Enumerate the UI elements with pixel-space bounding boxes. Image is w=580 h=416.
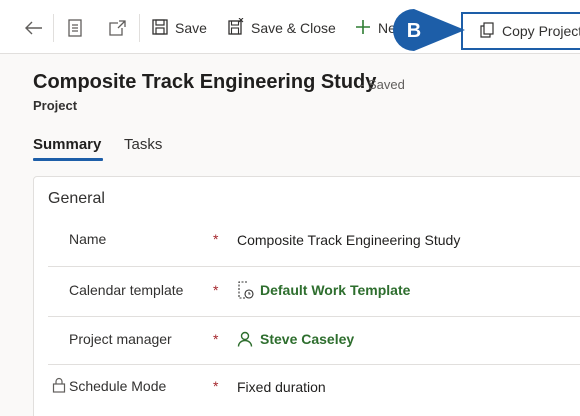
required-marker: * xyxy=(213,331,219,347)
field-divider xyxy=(48,266,580,267)
entity-type: Project xyxy=(33,98,78,113)
calendar-template-link[interactable]: Default Work Template xyxy=(260,282,410,298)
page-title: Composite Track Engineering Study xyxy=(33,71,377,93)
field-value-name[interactable]: Composite Track Engineering Study xyxy=(237,232,460,248)
save-label: Save xyxy=(175,20,207,36)
field-label-calendar-template: Calendar template xyxy=(69,282,184,298)
copy-project-button[interactable]: Copy Project xyxy=(461,12,580,50)
tab-summary[interactable]: Summary xyxy=(33,136,101,153)
user-icon xyxy=(237,331,253,347)
save-and-close-label: Save & Close xyxy=(251,20,336,36)
section-title: General xyxy=(48,190,105,207)
callout-letter: B xyxy=(407,20,421,42)
toolbar-separator xyxy=(139,14,140,42)
field-value-calendar-template[interactable]: Default Work Template xyxy=(237,281,410,299)
lock-icon xyxy=(52,377,66,393)
field-label-project-manager: Project manager xyxy=(69,331,172,347)
required-marker: * xyxy=(213,378,219,394)
field-divider xyxy=(48,316,580,317)
required-marker: * xyxy=(213,282,219,298)
project-manager-link[interactable]: Steve Caseley xyxy=(260,331,354,347)
field-label-schedule-mode: Schedule Mode xyxy=(69,378,167,394)
save-status: - Saved xyxy=(360,77,405,92)
save-icon xyxy=(152,18,168,38)
field-divider xyxy=(48,364,580,365)
save-button[interactable]: Save xyxy=(152,14,207,42)
plus-icon xyxy=(355,19,371,38)
open-in-new-window-icon[interactable] xyxy=(107,18,127,38)
field-label-name: Name xyxy=(69,231,107,247)
save-and-close-icon xyxy=(228,17,244,38)
field-value-schedule-mode: Fixed duration xyxy=(237,379,326,395)
save-and-close-button[interactable]: Save & Close xyxy=(228,14,336,42)
calendar-template-icon xyxy=(237,281,254,299)
field-value-project-manager[interactable]: Steve Caseley xyxy=(237,331,354,347)
required-marker: * xyxy=(213,231,219,247)
tab-tasks[interactable]: Tasks xyxy=(124,136,162,153)
new-button[interactable]: Ne xyxy=(355,14,396,42)
copy-project-label: Copy Project xyxy=(502,23,580,39)
form-icon[interactable] xyxy=(65,18,85,38)
back-arrow-icon[interactable] xyxy=(24,18,44,38)
toolbar-separator xyxy=(53,14,54,42)
active-tab-indicator xyxy=(33,158,103,161)
step-callout-badge: B xyxy=(393,9,465,51)
copy-icon xyxy=(480,21,494,41)
